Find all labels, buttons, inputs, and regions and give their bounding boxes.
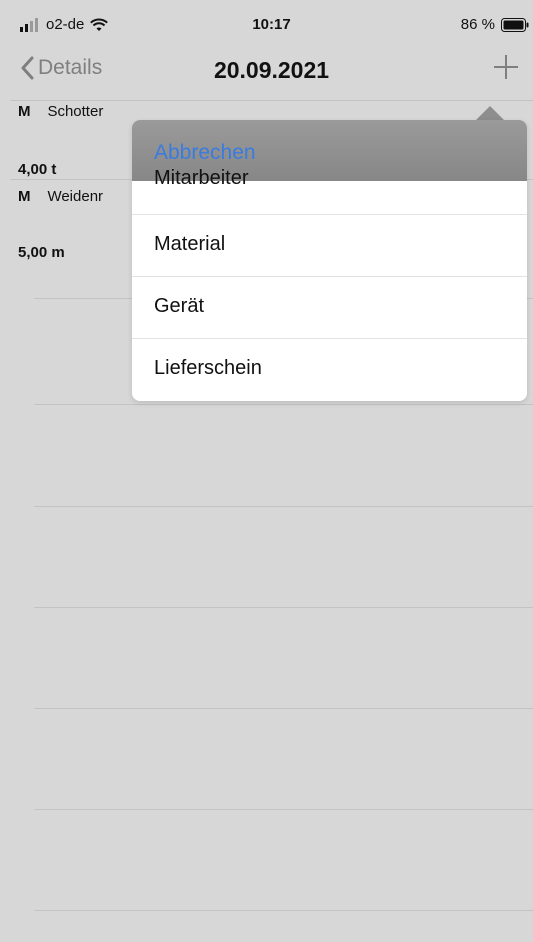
plus-icon[interactable]	[491, 52, 521, 82]
entry-quantity: 4,00 t	[18, 161, 57, 178]
page-title: 20.09.2021	[213, 57, 330, 83]
add-menu-popover: Abbrechen Mitarbeiter Material Gerät Lie…	[132, 120, 527, 401]
menu-item-mitarbeiter[interactable]: Mitarbeiter	[132, 167, 527, 215]
entry-name: Weidenr	[47, 188, 104, 205]
row-separator	[34, 506, 533, 507]
row-separator	[34, 708, 533, 709]
status-bar: o2-de 10:17 86 %	[10, 10, 533, 42]
entry-name: Schotter	[47, 103, 104, 120]
menu-item-lieferschein[interactable]: Lieferschein	[132, 339, 527, 400]
status-time: 10:17	[252, 16, 291, 33]
popover-menu: Mitarbeiter Material Gerät Lieferschein	[132, 167, 527, 400]
battery-percent: 86 %	[460, 16, 495, 33]
row-separator	[34, 809, 533, 810]
row-separator	[34, 404, 533, 405]
menu-item-label: Material	[154, 233, 226, 255]
row-separator	[34, 607, 533, 608]
menu-item-geraet[interactable]: Gerät	[132, 277, 527, 339]
battery-icon	[501, 17, 529, 32]
menu-item-label: Gerät	[154, 295, 205, 317]
menu-item-material[interactable]: Material	[132, 215, 527, 277]
menu-item-label: Mitarbeiter	[154, 167, 249, 189]
cancel-button[interactable]: Abbrechen	[154, 141, 256, 165]
entry-type: M	[18, 188, 31, 205]
menu-item-label: Lieferschein	[154, 357, 262, 379]
navigation-bar: Details 20.09.2021	[10, 42, 533, 101]
entry-type: M	[18, 103, 31, 120]
entry-quantity: 5,00 m	[18, 244, 65, 261]
row-separator	[34, 910, 533, 911]
app-screen: o2-de 10:17 86 % Details 20.09.2021 M Sc…	[10, 10, 533, 942]
popover-arrow	[476, 106, 504, 120]
status-right: 86 %	[461, 16, 529, 33]
